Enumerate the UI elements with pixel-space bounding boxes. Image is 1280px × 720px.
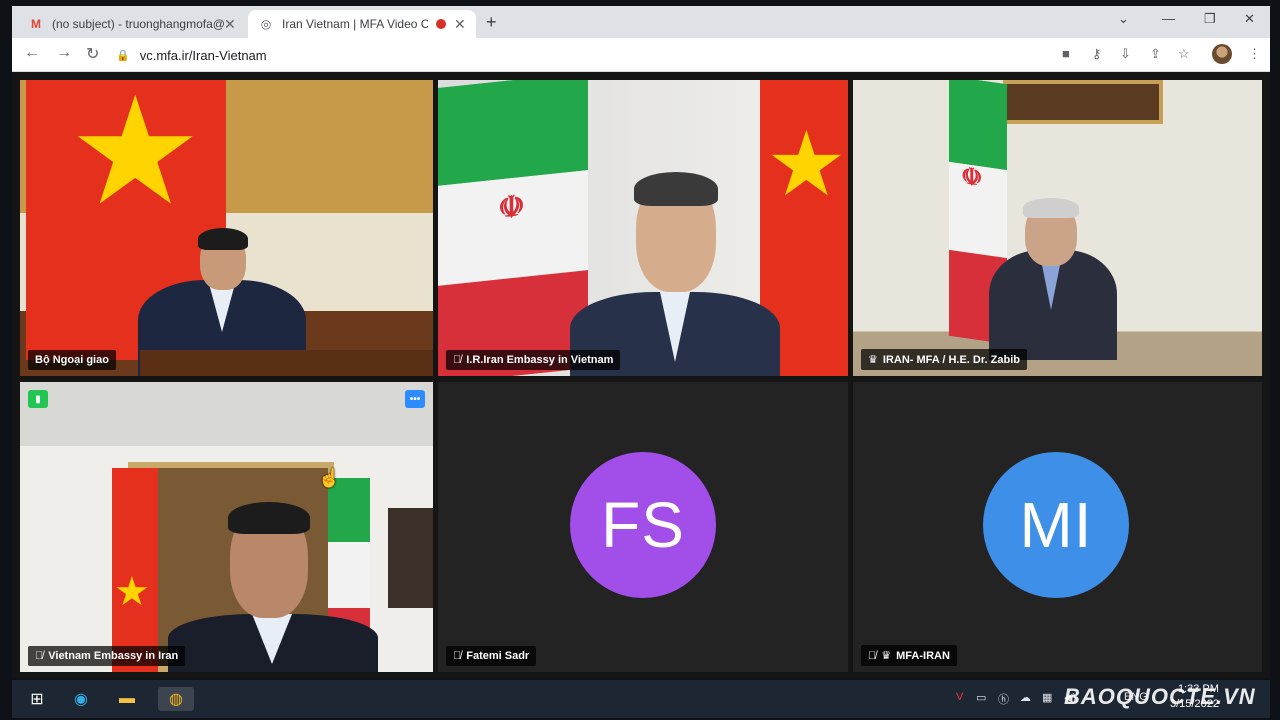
mic-muted-icon: 🎙̸ <box>35 650 44 662</box>
tab-title: (no subject) - truonghangmofa@ <box>52 17 224 31</box>
recording-indicator-icon <box>436 19 446 29</box>
tab-title: Iran Vietnam | MFA Video Co <box>282 17 428 31</box>
profile-avatar[interactable] <box>1212 44 1232 64</box>
participant-tile[interactable]: MI 🎙̸ ♛ MFA-IRAN <box>853 382 1262 672</box>
participant-tile[interactable]: FS 🎙̸ Fatemi Sadr <box>438 382 848 672</box>
address-bar[interactable]: 🔒 vc.mfa.ir/Iran-Vietnam <box>116 42 1046 68</box>
connection-signal-icon: ▮ <box>28 390 48 408</box>
participant-name-tag: ♛ IRAN- MFA / H.E. Dr. Zabib <box>861 349 1027 370</box>
hp-icon[interactable]: ⓗ <box>998 691 1009 707</box>
host-crown-icon: ♛ <box>881 650 892 662</box>
more-options-button[interactable]: ••• <box>405 390 425 408</box>
participant-name-tag: 🎙̸ Fatemi Sadr <box>446 646 537 666</box>
tray-cloud-icon[interactable]: ☁ <box>1020 691 1031 704</box>
camera-icon[interactable]: ■ <box>1062 46 1070 61</box>
participant-hair <box>634 172 718 206</box>
wall-picture <box>1003 80 1163 124</box>
edge-icon[interactable]: ◉ <box>68 687 94 711</box>
tray-device-icon[interactable]: ▭ <box>976 691 986 704</box>
host-crown-icon: ♛ <box>868 354 878 366</box>
network-icon[interactable]: ▦ <box>1042 691 1052 704</box>
participant-name-tag: 🎙̸ I.R.Iran Embassy in Vietnam <box>446 350 621 370</box>
tray-app-icon[interactable]: V <box>956 691 963 703</box>
wall-hanging <box>388 508 433 608</box>
mic-muted-icon: 🎙̸ <box>453 650 462 662</box>
participant-tile[interactable]: ☫ ♛ IRAN- MFA / H.E. Dr. Zabib <box>853 80 1262 376</box>
participant-tile[interactable]: ★ Bộ Ngoại giao <box>20 80 433 376</box>
tab-search-icon[interactable]: ⌄ <box>1118 11 1129 27</box>
participant-hair <box>1023 198 1079 218</box>
lock-icon: 🔒 <box>116 49 130 62</box>
participant-hair <box>228 502 310 534</box>
browser-tab-bar: M (no subject) - truonghangmofa@ ✕ ◎ Ira… <box>12 6 1270 38</box>
file-explorer-icon[interactable]: ▬ <box>114 687 140 711</box>
windows-start-icon[interactable]: ⊞ <box>24 687 50 711</box>
mic-muted-icon: 🎙̸ <box>868 649 877 662</box>
participant-tile[interactable]: ☫ ★ 🎙̸ I.R.Iran Embassy in Vietnam <box>438 80 848 376</box>
chrome-icon[interactable]: ◍ <box>158 687 194 711</box>
close-window-button[interactable]: ✕ <box>1244 11 1255 27</box>
close-icon[interactable]: ✕ <box>224 16 236 33</box>
participant-name: I.R.Iran Embassy in Vietnam <box>466 354 614 366</box>
iran-emblem-icon: ☫ <box>498 189 525 226</box>
menu-kebab-icon[interactable]: ⋮ <box>1248 46 1261 62</box>
key-icon[interactable]: ⚷ <box>1092 46 1102 62</box>
participant-name: Vietnam Embassy in Iran <box>48 650 179 662</box>
bookmark-star-icon[interactable]: ☆ <box>1178 46 1190 62</box>
mic-muted-icon: 🎙̸ <box>453 354 462 366</box>
url-text: vc.mfa.ir/Iran-Vietnam <box>139 47 267 63</box>
participant-name: IRAN- MFA / H.E. Dr. Zabib <box>882 353 1020 366</box>
video-conference-grid: ★ Bộ Ngoại giao ☫ ★ 🎙̸ I.R.Iran Embassy … <box>12 72 1270 678</box>
participant-avatar: MI <box>983 452 1129 598</box>
tab-gmail[interactable]: M (no subject) - truonghangmofa@ ✕ <box>18 10 246 38</box>
participant-name: Fatemi Sadr <box>466 650 530 662</box>
participant-avatar: FS <box>570 452 716 598</box>
participant-name-tag: 🎙̸ Vietnam Embassy in Iran <box>28 646 186 666</box>
iran-flag: ☫ <box>438 80 588 376</box>
new-tab-button[interactable]: + <box>486 12 497 33</box>
gmail-icon: M <box>31 17 41 31</box>
flag-star-icon: ★ <box>766 115 847 215</box>
forward-button[interactable]: → <box>56 44 72 62</box>
watermark-text: BAOQUOCTE.VN <box>1064 684 1256 709</box>
participant-name-tag: Bộ Ngoại giao <box>28 350 116 370</box>
iran-emblem-icon: ☫ <box>961 162 983 193</box>
reload-button[interactable]: ↻ <box>86 44 99 64</box>
restore-button[interactable]: ❐ <box>1204 11 1216 27</box>
tab-mfa-video[interactable]: ◎ Iran Vietnam | MFA Video Co ✕ <box>248 10 476 38</box>
flag-star-icon: ★ <box>68 80 203 235</box>
participant-name: MFA-IRAN <box>896 649 950 662</box>
mouse-cursor-icon: ☝ <box>318 468 341 488</box>
mfa-icon: ◎ <box>260 17 272 31</box>
participant-name: Bộ Ngoại giao <box>35 354 109 366</box>
participant-tile[interactable]: ★ ▮ ••• ☝ 🎙̸ Vietnam Embassy in Iran <box>20 382 433 672</box>
participant-hair <box>198 228 248 250</box>
desk <box>140 350 433 376</box>
participant-name-tag: 🎙̸ ♛ MFA-IRAN <box>861 645 957 666</box>
close-icon[interactable]: ✕ <box>454 16 466 33</box>
minimize-button[interactable]: — <box>1162 11 1175 26</box>
back-button[interactable]: ← <box>24 44 40 62</box>
install-app-icon[interactable]: ⇩ <box>1120 46 1131 62</box>
flag-star-icon: ★ <box>114 570 150 614</box>
share-icon[interactable]: ⇪ <box>1150 46 1161 62</box>
browser-toolbar: ← → ↻ 🔒 vc.mfa.ir/Iran-Vietnam ■ ⚷ ⇩ ⇪ ☆… <box>12 38 1270 72</box>
